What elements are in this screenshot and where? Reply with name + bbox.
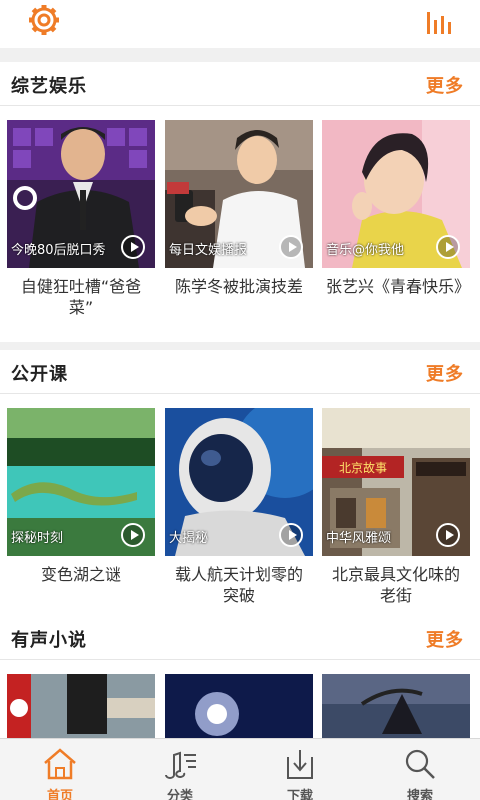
- home-icon: [44, 748, 76, 780]
- video-card[interactable]: 大揭秘 载人航天计划零的突破: [165, 408, 313, 606]
- section-title: 公开课: [11, 364, 68, 385]
- tab-label: 搜索: [406, 789, 433, 800]
- tab-label: 分类: [166, 789, 193, 800]
- play-icon[interactable]: [121, 523, 145, 547]
- search-icon: [405, 749, 435, 779]
- top-bar: [0, 0, 480, 48]
- video-card[interactable]: 音乐@你我他 张艺兴《青春快乐》: [322, 120, 470, 297]
- section-audio-novel: 有声小说 更多: [0, 616, 480, 738]
- download-icon: [287, 750, 313, 779]
- channel-tag: 探秘时刻: [11, 531, 64, 546]
- thumbnail: 音乐@你我他: [322, 120, 470, 268]
- thumbnail: 每日文娱播报: [165, 120, 313, 268]
- thumbnail: [7, 674, 155, 738]
- audio-card[interactable]: [165, 674, 313, 738]
- thumbnail: 大揭秘: [165, 408, 313, 556]
- section-title: 有声小说: [11, 630, 87, 651]
- tab-label: 下载: [286, 789, 313, 800]
- channel-tag: 每日文娱播报: [169, 243, 248, 258]
- section-header: 综艺娱乐 更多: [0, 62, 480, 106]
- card-caption[interactable]: 变色湖之谜: [7, 564, 155, 585]
- shop-sign: 北京故事: [339, 460, 387, 475]
- thumbnail: 探秘时刻: [7, 408, 155, 556]
- audio-card[interactable]: [7, 674, 155, 738]
- section-header: 公开课 更多: [0, 350, 480, 394]
- card-caption[interactable]: 载人航天计划零的突破: [165, 564, 313, 606]
- video-card[interactable]: 探秘时刻 变色湖之谜: [7, 408, 155, 585]
- channel-tag: 今晚80后脱口秀: [11, 243, 106, 258]
- video-card[interactable]: 每日文娱播报 陈学冬被批演技差: [165, 120, 313, 297]
- music-list-icon: [165, 751, 196, 779]
- play-icon[interactable]: [436, 235, 460, 259]
- thumbnail: [165, 674, 313, 738]
- card-caption[interactable]: 张艺兴《青春快乐》: [322, 276, 470, 297]
- more-link[interactable]: 更多: [426, 72, 464, 98]
- section-title: 综艺娱乐: [11, 76, 87, 97]
- tab-search[interactable]: 搜索: [360, 739, 480, 800]
- channel-tag: 音乐@你我他: [326, 243, 405, 258]
- thumbnail: [322, 674, 470, 738]
- section-header: 有声小说 更多: [0, 616, 480, 660]
- equalizer-icon[interactable]: [426, 8, 454, 34]
- tab-download[interactable]: 下载: [240, 739, 360, 800]
- play-icon[interactable]: [279, 235, 303, 259]
- tab-category[interactable]: 分类: [120, 739, 240, 800]
- section-variety: 综艺娱乐 更多 今晚80后脱口秀 自健狂吐槽“爸爸菜” 每日文娱播报 陈学冬被批…: [0, 62, 480, 342]
- play-icon[interactable]: [279, 523, 303, 547]
- gear-icon[interactable]: [26, 2, 62, 38]
- audio-card[interactable]: [322, 674, 470, 738]
- card-caption[interactable]: 自健狂吐槽“爸爸菜”: [7, 276, 155, 318]
- more-link[interactable]: 更多: [426, 360, 464, 386]
- channel-tag: 大揭秘: [169, 531, 209, 546]
- section-open-course: 公开课 更多 探秘时刻 变色湖之谜 大揭秘 载人航天计划零的突破 北京故事 中华…: [0, 350, 480, 616]
- card-caption[interactable]: 陈学冬被批演技差: [165, 276, 313, 297]
- bottom-tab-bar: 首页 分类 下载 搜索: [0, 738, 480, 800]
- video-card[interactable]: 今晚80后脱口秀 自健狂吐槽“爸爸菜”: [7, 120, 155, 318]
- video-card[interactable]: 北京故事 中华风雅颂 北京最具文化味的老街: [322, 408, 470, 606]
- thumbnail: 北京故事 中华风雅颂: [322, 408, 470, 556]
- tab-home[interactable]: 首页: [0, 739, 120, 800]
- play-icon[interactable]: [121, 235, 145, 259]
- play-icon[interactable]: [436, 523, 460, 547]
- card-caption[interactable]: 北京最具文化味的老街: [322, 564, 470, 606]
- channel-tag: 中华风雅颂: [326, 531, 392, 546]
- tab-label: 首页: [46, 789, 73, 800]
- thumbnail: 今晚80后脱口秀: [7, 120, 155, 268]
- more-link[interactable]: 更多: [426, 626, 464, 652]
